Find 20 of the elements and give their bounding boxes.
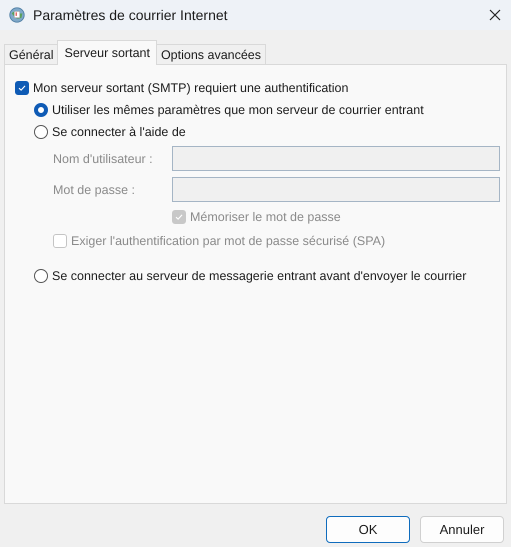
dialog-button[interactable]: OK	[326, 516, 410, 543]
checkbox[interactable]	[15, 81, 29, 95]
radio-button[interactable]	[34, 125, 48, 139]
checkbox-label: Mémoriser le mot de passe	[190, 210, 341, 224]
tab[interactable]: Général	[4, 44, 58, 65]
globe-icon	[8, 6, 26, 24]
radio-label: Se connecter au serveur de messagerie entrant avant d'envoyer le courrier	[52, 269, 466, 283]
checkbox-label: Mon serveur sortant (SMTP) requiert une authentification	[33, 81, 348, 95]
field-label: Mot de passe :	[53, 182, 136, 196]
field-label: Nom d'utilisateur :	[53, 152, 154, 166]
dialog-button[interactable]: Annuler	[420, 516, 504, 543]
radio-label: Utiliser les mêmes paramètres que mon serveur de courrier entrant	[52, 103, 424, 117]
radio-label: Se connecter à l'aide de	[52, 125, 186, 139]
close-icon[interactable]	[489, 9, 501, 21]
checkbox-label: Exiger l'authentification par mot de passe sécurisé (SPA)	[71, 234, 386, 248]
tab[interactable]: Serveur sortant	[57, 40, 157, 65]
window-title: Paramètres de courrier Internet	[33, 7, 229, 23]
radio-button[interactable]	[34, 103, 48, 117]
tab[interactable]: Options avancées	[156, 44, 266, 65]
radio-button[interactable]	[34, 269, 48, 283]
